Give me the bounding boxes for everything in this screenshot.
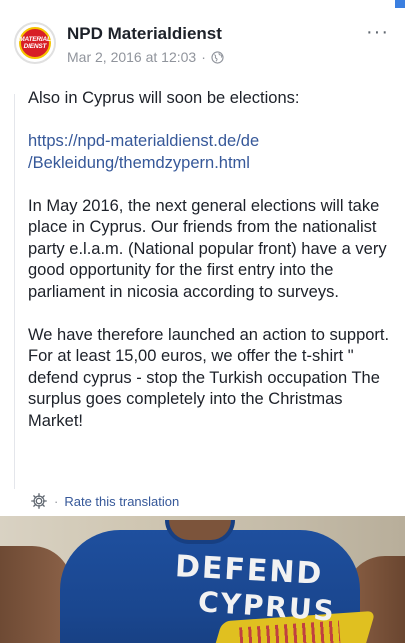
post-paragraph-elections: In May 2016, the next general elections …	[28, 196, 387, 301]
more-icon: ···	[366, 21, 389, 43]
globe-icon	[211, 50, 224, 64]
post-header: MATERIAL DIENST NPD Materialdienst Mar 2…	[0, 0, 405, 88]
post-body: Also in Cyprus will soon be elections: h…	[14, 88, 405, 516]
translation-separator: ·	[54, 493, 59, 509]
page-name[interactable]: NPD Materialdienst	[67, 24, 222, 44]
content-divider	[14, 94, 15, 489]
gear-icon[interactable]	[30, 492, 48, 510]
post-text: Also in Cyprus will soon be elections: h…	[28, 88, 400, 454]
more-options-button[interactable]: ···	[366, 22, 389, 42]
avatar[interactable]: MATERIAL DIENST	[14, 22, 56, 64]
post-paragraph-action: We have therefore launched an action to …	[28, 325, 390, 430]
translation-row: · Rate this translation	[30, 492, 179, 510]
post-timestamp[interactable]: Mar 2, 2016 at 12:03	[67, 49, 196, 65]
meta-separator: ·	[201, 49, 206, 65]
rate-translation-link[interactable]: Rate this translation	[64, 494, 179, 509]
post-photo[interactable]: DEFEND CYPRUS	[0, 516, 405, 643]
post-link-line-2[interactable]: /Bekleidung/themdzypern.html	[28, 154, 250, 172]
post-link-line-1[interactable]: https://npd-materialdienst.de/de	[28, 132, 259, 150]
logo-text-bottom: DIENST	[23, 43, 47, 50]
post-paragraph-intro: Also in Cyprus will soon be elections:	[28, 89, 300, 107]
post-meta: Mar 2, 2016 at 12:03 ·	[67, 49, 224, 65]
logo-badge: MATERIAL DIENST	[19, 27, 51, 59]
post-link[interactable]: https://npd-materialdienst.de/de /Beklei…	[28, 131, 400, 174]
logo-text-top: MATERIAL	[19, 36, 51, 43]
